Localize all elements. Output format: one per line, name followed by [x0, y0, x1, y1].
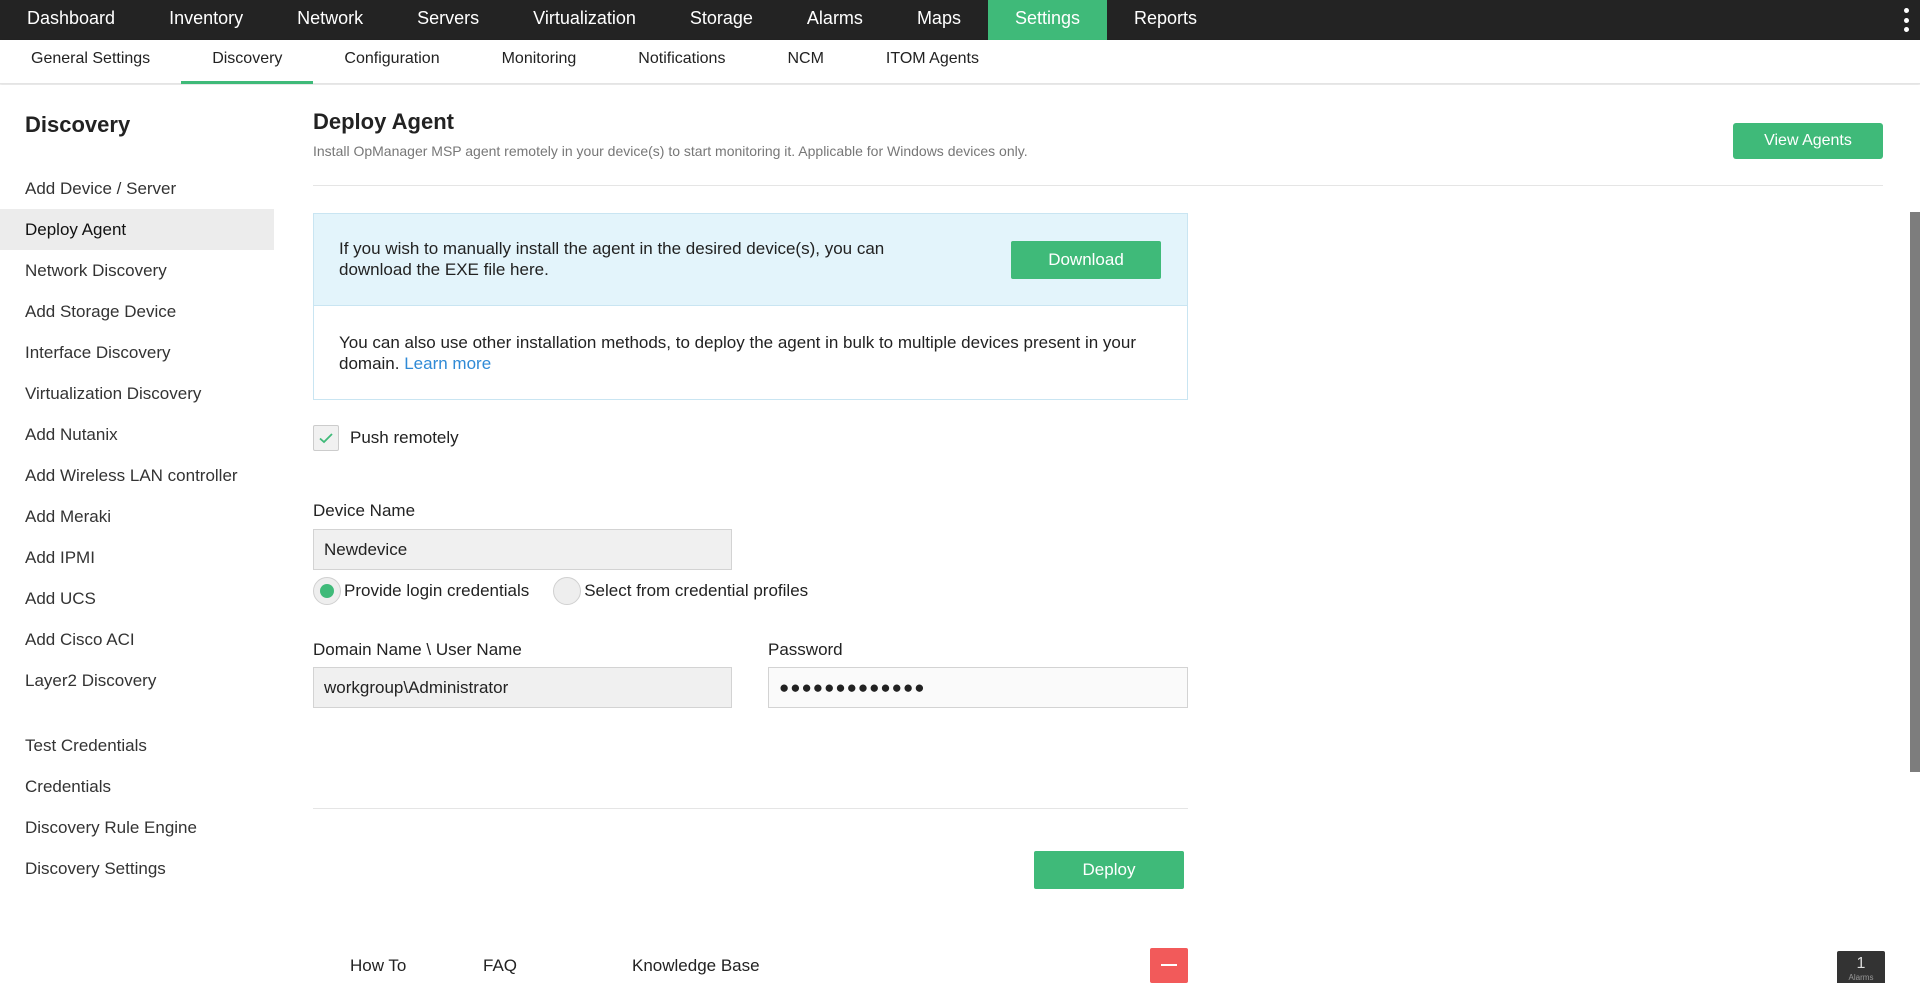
alarm-count: 1 [1856, 955, 1866, 972]
select-credential-profiles-label: Select from credential profiles [584, 581, 809, 600]
sidebar-item-add-storage-device[interactable]: Add Storage Device [0, 291, 274, 332]
password-input[interactable]: ●●●●●●●●●●●●● [768, 667, 1188, 708]
device-name-input[interactable]: Newdevice [313, 529, 732, 570]
settings-subnav: General Settings Discovery Configuration… [0, 40, 1920, 84]
tab-configuration[interactable]: Configuration [313, 40, 470, 84]
view-agents-button[interactable]: View Agents [1733, 123, 1883, 159]
topnav-maps[interactable]: Maps [890, 0, 988, 40]
credential-type-radio-group: Provide login credentials Select from cr… [313, 577, 832, 605]
username-input[interactable]: workgroup\Administrator [313, 667, 732, 708]
knowledge-base-link[interactable]: Knowledge Base [632, 956, 760, 976]
page-title: Deploy Agent [313, 109, 454, 134]
download-button[interactable]: Download [1011, 241, 1161, 279]
tab-monitoring[interactable]: Monitoring [471, 40, 608, 84]
tab-itom-agents[interactable]: ITOM Agents [855, 40, 1010, 84]
sidebar-item-virtualization-discovery[interactable]: Virtualization Discovery [0, 373, 274, 414]
sidebar-item-add-meraki[interactable]: Add Meraki [0, 496, 274, 537]
page-scrollbar[interactable] [1910, 212, 1920, 772]
sidebar-item-interface-discovery[interactable]: Interface Discovery [0, 332, 274, 373]
username-label: Domain Name \ User Name [313, 640, 522, 659]
sidebar-item-credentials[interactable]: Credentials [0, 766, 274, 807]
collapse-help-button[interactable] [1150, 948, 1188, 983]
sidebar-item-add-wireless-lan-controller[interactable]: Add Wireless LAN controller [0, 455, 274, 496]
alarm-label: Alarms [1848, 973, 1874, 982]
sidebar-item-add-device-server[interactable]: Add Device / Server [0, 168, 274, 209]
topnav-network[interactable]: Network [270, 0, 390, 40]
main-content: Deploy Agent Install OpManager MSP agent… [274, 85, 1920, 983]
topnav-reports[interactable]: Reports [1107, 0, 1224, 40]
checkmark-icon [319, 433, 333, 444]
sidebar-item-discovery-settings[interactable]: Discovery Settings [0, 848, 274, 889]
tab-discovery[interactable]: Discovery [181, 40, 314, 84]
alarms-badge[interactable]: 1 Alarms [1837, 951, 1885, 983]
topnav-inventory[interactable]: Inventory [142, 0, 270, 40]
header-divider [313, 185, 1883, 186]
page-description: Install OpManager MSP agent remotely in … [313, 143, 1028, 159]
manual-install-text: If you wish to manually install the agen… [339, 239, 885, 279]
discovery-sidebar: Discovery Add Device / Server Deploy Age… [0, 85, 274, 983]
form-divider [313, 808, 1188, 809]
sidebar-item-deploy-agent[interactable]: Deploy Agent [0, 209, 274, 250]
push-remotely-row: Push remotely [313, 425, 459, 451]
topnav-settings[interactable]: Settings [987, 0, 1107, 40]
tab-general-settings[interactable]: General Settings [0, 40, 181, 84]
device-name-label: Device Name [313, 501, 416, 520]
sidebar-item-network-discovery[interactable]: Network Discovery [0, 250, 274, 291]
sidebar-item-add-ucs[interactable]: Add UCS [0, 578, 274, 619]
password-label: Password [768, 640, 843, 659]
provide-login-credentials-label: Provide login credentials [344, 581, 530, 600]
top-navigation: Dashboard Inventory Network Servers Virt… [0, 0, 1920, 40]
topnav-alarms[interactable]: Alarms [780, 0, 890, 40]
install-info-box: If you wish to manually install the agen… [313, 213, 1188, 400]
bulk-install-text: You can also use other installation meth… [339, 332, 1169, 374]
topnav-dashboard[interactable]: Dashboard [0, 0, 142, 40]
how-to-link[interactable]: How To [350, 956, 406, 976]
push-remotely-checkbox[interactable] [313, 425, 339, 451]
topnav-virtualization[interactable]: Virtualization [506, 0, 663, 40]
sidebar-title: Discovery [25, 112, 131, 137]
sidebar-item-discovery-rule-engine[interactable]: Discovery Rule Engine [0, 807, 274, 848]
help-footer: How To FAQ Knowledge Base [313, 948, 1188, 983]
sidebar-item-test-credentials[interactable]: Test Credentials [0, 725, 274, 766]
tab-notifications[interactable]: Notifications [607, 40, 756, 84]
kebab-menu-icon[interactable] [1902, 8, 1910, 32]
topnav-storage[interactable]: Storage [663, 0, 780, 40]
push-remotely-label: Push remotely [350, 428, 459, 447]
sidebar-item-add-ipmi[interactable]: Add IPMI [0, 537, 274, 578]
sidebar-item-add-nutanix[interactable]: Add Nutanix [0, 414, 274, 455]
minus-icon [1161, 964, 1177, 966]
sidebar-item-layer2-discovery[interactable]: Layer2 Discovery [0, 660, 274, 701]
sidebar-nav-secondary: Test Credentials Credentials Discovery R… [0, 725, 274, 889]
topnav-servers[interactable]: Servers [390, 0, 506, 40]
tab-ncm[interactable]: NCM [756, 40, 854, 84]
deploy-button[interactable]: Deploy [1034, 851, 1184, 889]
select-credential-profiles-radio[interactable] [553, 577, 582, 605]
manual-install-panel: If you wish to manually install the agen… [314, 214, 1187, 306]
sidebar-nav: Add Device / Server Deploy Agent Network… [0, 168, 274, 701]
sidebar-item-add-cisco-aci[interactable]: Add Cisco ACI [0, 619, 274, 660]
faq-link[interactable]: FAQ [483, 956, 517, 976]
learn-more-link[interactable]: Learn more [404, 354, 491, 373]
provide-login-credentials-radio[interactable] [313, 577, 341, 605]
